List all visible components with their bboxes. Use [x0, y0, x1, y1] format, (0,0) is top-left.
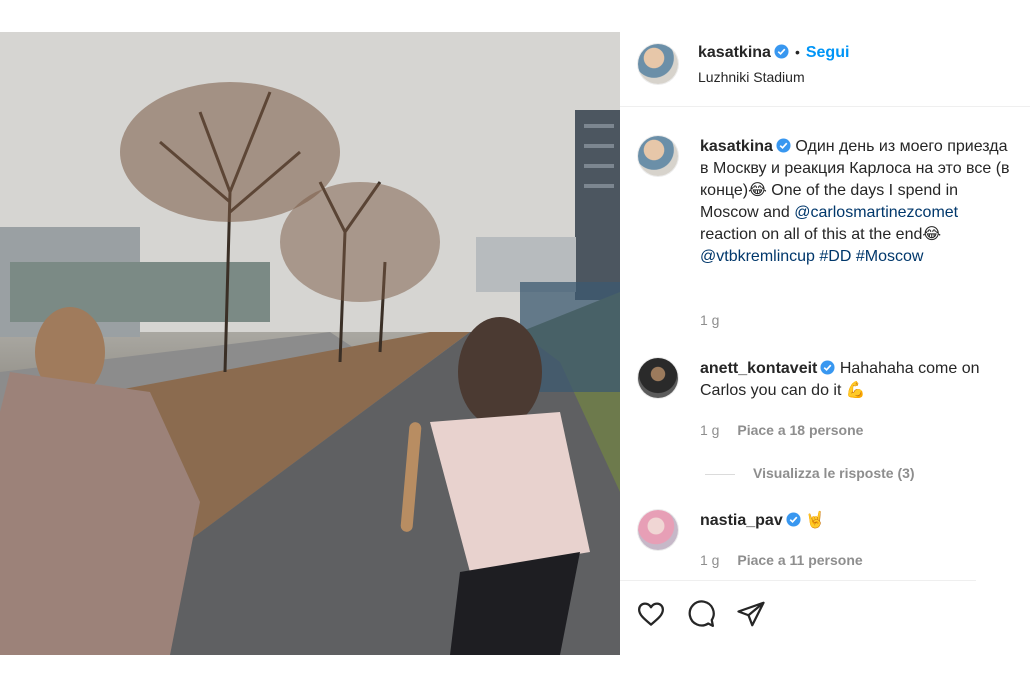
- verified-badge-icon: [774, 44, 789, 59]
- comment-likes[interactable]: Piace a 18 persone: [737, 422, 863, 438]
- comment-author[interactable]: nastia_pav: [700, 512, 783, 529]
- hashtag-moscow[interactable]: #Moscow: [856, 248, 924, 265]
- mention-link[interactable]: @carlosmartinezcomet: [794, 204, 958, 221]
- comment-text: nastia_pav 🤘: [700, 510, 1018, 532]
- comments-list: kasatkina Один день из моего приезда в М…: [620, 108, 1030, 578]
- paper-plane-icon[interactable]: [736, 599, 766, 629]
- post-header: kasatkina • Segui Luzhniki Stadium: [620, 32, 1030, 107]
- caption-time[interactable]: 1 g: [700, 312, 719, 328]
- comment-text: anett_kontaveit Hahahaha come on Carlos …: [700, 358, 1018, 402]
- replies-divider: [705, 473, 735, 475]
- caption-meta: 1 g: [700, 312, 733, 328]
- verified-badge-icon: [820, 360, 835, 375]
- comment-avatar[interactable]: [638, 358, 678, 398]
- view-replies-label: Visualizza le risposte (3): [753, 465, 915, 481]
- follow-button[interactable]: Segui: [806, 44, 850, 61]
- location-link[interactable]: Luzhniki Stadium: [698, 69, 805, 85]
- comment-avatar[interactable]: [638, 510, 678, 550]
- caption-author[interactable]: kasatkina: [700, 138, 773, 155]
- comment-meta: 1 g Piace a 11 persone: [700, 552, 877, 568]
- heart-icon[interactable]: [636, 599, 666, 629]
- view-replies-button[interactable]: Visualizza le risposte (3): [705, 465, 915, 481]
- caption-avatar[interactable]: [638, 136, 678, 176]
- comment-bubble-icon[interactable]: [686, 599, 716, 629]
- hashtag-dd[interactable]: #DD: [819, 248, 851, 265]
- comment-meta: 1 g Piace a 18 persone: [700, 422, 877, 438]
- caption-text: kasatkina Один день из моего приезда в М…: [700, 136, 1018, 268]
- author-avatar[interactable]: [638, 44, 678, 84]
- comment-time[interactable]: 1 g: [700, 552, 719, 568]
- comment-time[interactable]: 1 g: [700, 422, 719, 438]
- verified-badge-icon: [776, 138, 791, 153]
- hashtag-vtbkremlincup[interactable]: @vtbkremlincup: [700, 248, 815, 265]
- separator-dot: •: [794, 44, 800, 60]
- post-media-video[interactable]: [0, 32, 620, 655]
- comment-author[interactable]: anett_kontaveit: [700, 360, 817, 377]
- header-author-line: kasatkina • Segui: [698, 44, 849, 62]
- verified-badge-icon: [786, 512, 801, 527]
- post-actions-bar: [620, 580, 976, 655]
- video-frame: [0, 32, 620, 655]
- author-username[interactable]: kasatkina: [698, 44, 771, 61]
- comment-body: 🤘: [805, 512, 826, 529]
- post-side-panel: kasatkina • Segui Luzhniki Stadium kasatki…: [620, 32, 1030, 655]
- caption-body-end: reaction on all of this at the end😂: [700, 226, 942, 243]
- comment-likes[interactable]: Piace a 11 persone: [737, 552, 862, 568]
